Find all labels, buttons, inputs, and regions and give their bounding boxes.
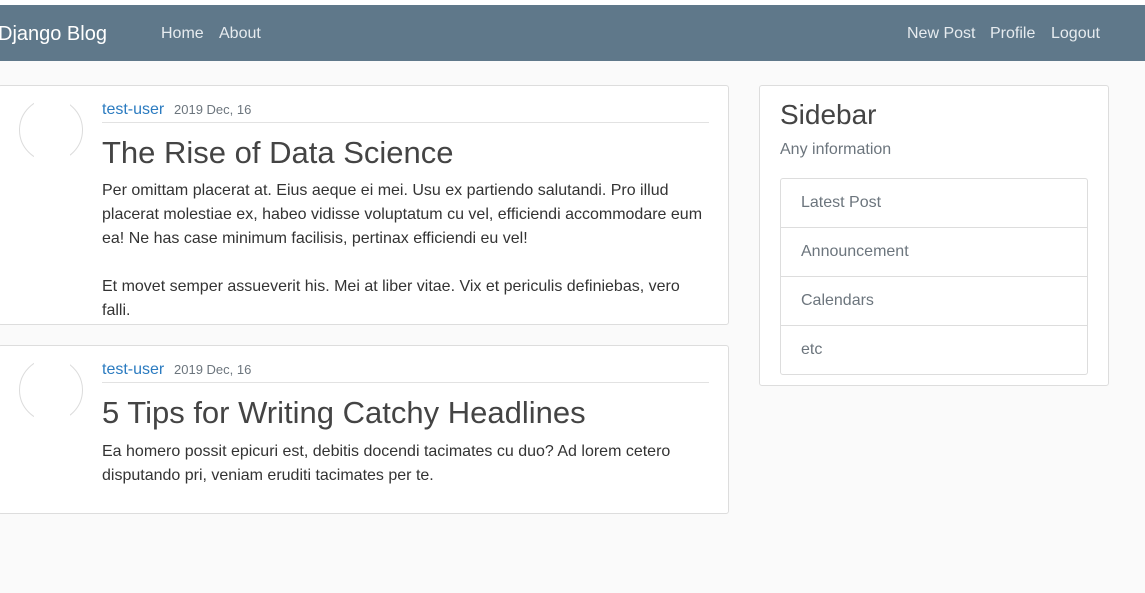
post-author-link[interactable]: test-user bbox=[102, 360, 164, 380]
avatar-mask bbox=[34, 153, 70, 163]
post-card: test-user 2019 Dec, 16 The Rise of Data … bbox=[0, 85, 729, 325]
sidebar-item-announcement[interactable]: Announcement bbox=[781, 228, 1087, 277]
nav-home-link[interactable]: Home bbox=[161, 24, 204, 44]
post-paragraph: Ea homero possit epicuri est, debitis do… bbox=[102, 443, 671, 484]
post-author-link[interactable]: test-user bbox=[102, 100, 164, 120]
post-content: Per omittam placerat at. Eius aeque ei m… bbox=[102, 179, 712, 323]
post-title-link[interactable]: 5 Tips for Writing Catchy Headlines bbox=[102, 394, 586, 432]
avatar-mask bbox=[34, 413, 70, 423]
meta-divider bbox=[102, 122, 709, 123]
post-title-link[interactable]: The Rise of Data Science bbox=[102, 134, 454, 172]
post-content: Ea homero possit epicuri est, debitis do… bbox=[102, 440, 712, 488]
navbar: Django Blog Home About New Post Profile … bbox=[0, 5, 1145, 61]
sidebar-card: Sidebar Any information Latest Post Anno… bbox=[759, 85, 1109, 386]
meta-divider bbox=[102, 382, 709, 383]
brand-link[interactable]: Django Blog bbox=[0, 21, 107, 47]
nav-logout-link[interactable]: Logout bbox=[1051, 24, 1100, 44]
sidebar-subtitle: Any information bbox=[780, 141, 892, 158]
nav-new-post-link[interactable]: New Post bbox=[907, 24, 975, 44]
post-paragraph: Et movet semper assueverit his. Mei at l… bbox=[102, 278, 680, 319]
nav-profile-link[interactable]: Profile bbox=[990, 24, 1035, 44]
post-card: test-user 2019 Dec, 16 5 Tips for Writin… bbox=[0, 345, 729, 514]
avatar-mask bbox=[34, 97, 70, 107]
sidebar-list: Latest Post Announcement Calendars etc bbox=[780, 178, 1088, 375]
author-avatar[interactable] bbox=[19, 357, 83, 423]
sidebar-item-calendars[interactable]: Calendars bbox=[781, 277, 1087, 326]
sidebar-item-etc[interactable]: etc bbox=[781, 326, 1087, 374]
post-date: 2019 Dec, 16 bbox=[174, 102, 252, 117]
sidebar-title: Sidebar bbox=[780, 99, 877, 130]
avatar-mask bbox=[34, 357, 70, 367]
post-date: 2019 Dec, 16 bbox=[174, 362, 252, 377]
nav-about-link[interactable]: About bbox=[219, 24, 261, 44]
sidebar-item-latest-post[interactable]: Latest Post bbox=[781, 179, 1087, 228]
author-avatar[interactable] bbox=[19, 97, 83, 163]
post-paragraph: Per omittam placerat at. Eius aeque ei m… bbox=[102, 182, 703, 247]
